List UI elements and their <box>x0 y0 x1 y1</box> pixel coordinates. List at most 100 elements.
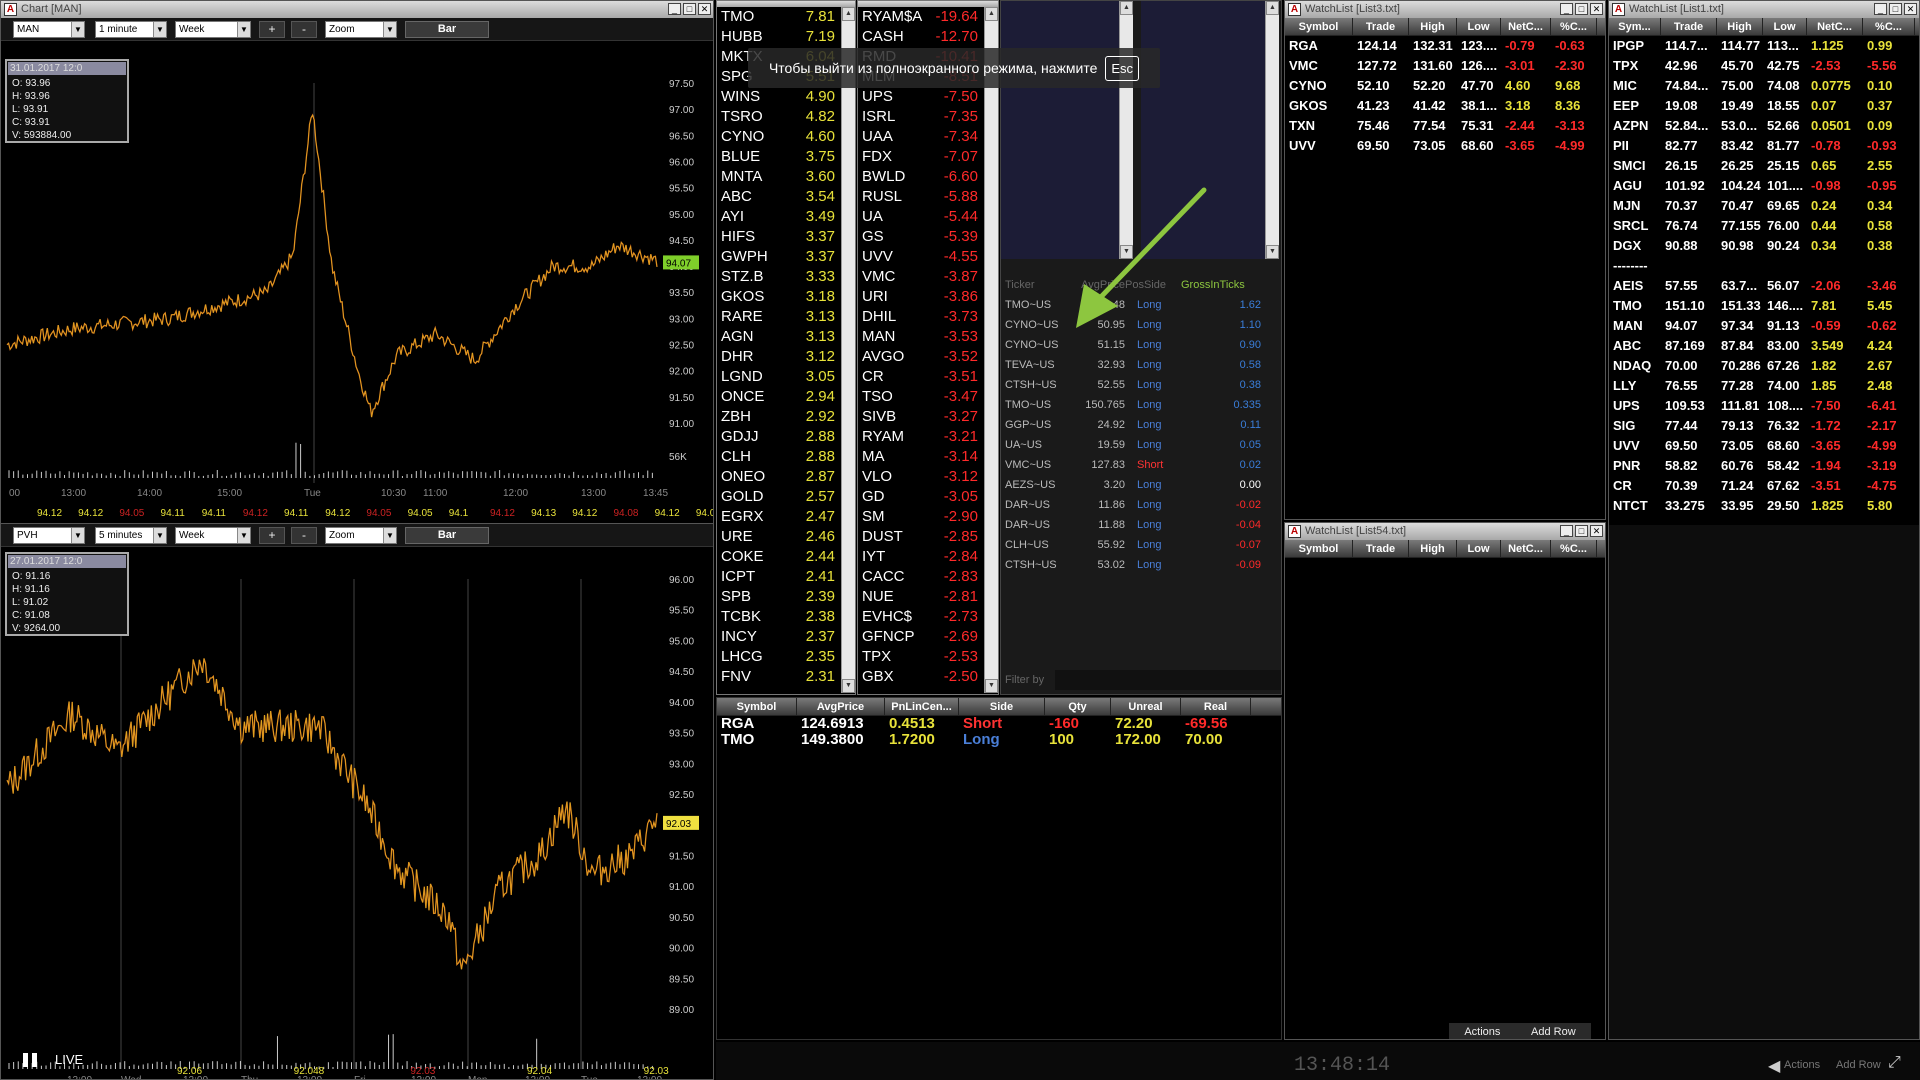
position-row[interactable]: UA~US 19.59 Long 0.05 <box>1005 435 1279 455</box>
mover-row[interactable]: EVHC$ -2.73 <box>858 607 982 627</box>
column-header[interactable]: NetC... <box>1501 18 1551 35</box>
column-header[interactable]: Low <box>1763 18 1807 35</box>
zoom-out-button[interactable]: - <box>291 21 317 38</box>
status-add-row[interactable]: Add Row <box>1836 1059 1881 1071</box>
column-header[interactable]: Trade <box>1353 540 1409 557</box>
order-row[interactable]: TMO 149.3800 1.7200 Long 100 172.00 70.00 <box>717 732 1281 748</box>
watchlist-row[interactable]: CYNO 52.10 52.20 47.70 4.60 9.68 <box>1285 76 1605 96</box>
zoom-select[interactable]: Zoom ▼ <box>325 21 397 38</box>
mover-row[interactable]: GFNCP -2.69 <box>858 627 982 647</box>
mover-row[interactable]: ISRL -7.35 <box>858 107 982 127</box>
column-header[interactable]: Low <box>1457 18 1501 35</box>
watchlist-row[interactable]: PNR 58.82 60.76 58.42 -1.94 -3.19 <box>1609 456 1919 476</box>
mover-row[interactable]: AVGO -3.52 <box>858 347 982 367</box>
minimize-icon[interactable]: _ <box>1560 3 1573 15</box>
column-header[interactable]: Symbol <box>1285 18 1353 35</box>
mover-row[interactable]: FDX -7.07 <box>858 147 982 167</box>
mover-row[interactable]: HUBB 7.19 <box>717 27 839 47</box>
scroll-down-icon[interactable]: ▼ <box>1266 245 1279 259</box>
mover-row[interactable]: RARE 3.13 <box>717 307 839 327</box>
losers-scrollbar[interactable]: ▲ ▼ <box>984 7 998 693</box>
mover-row[interactable]: RUSL -5.88 <box>858 187 982 207</box>
mover-row[interactable]: UVV -4.55 <box>858 247 982 267</box>
column-header[interactable]: Symbol <box>717 698 797 715</box>
mover-row[interactable]: AYI 3.49 <box>717 207 839 227</box>
watchlist-row[interactable]: CR 70.39 71.24 67.62 -3.51 -4.75 <box>1609 476 1919 496</box>
mover-row[interactable]: UAA -7.34 <box>858 127 982 147</box>
mover-row[interactable]: INCY 2.37 <box>717 627 839 647</box>
mover-row[interactable]: TSRO 4.82 <box>717 107 839 127</box>
mover-row[interactable]: ONCE 2.94 <box>717 387 839 407</box>
mover-row[interactable]: GBX -2.50 <box>858 667 982 687</box>
mover-row[interactable]: HIFS 3.37 <box>717 227 839 247</box>
maximize-icon[interactable]: □ <box>1889 3 1902 15</box>
mover-row[interactable]: BWLD -6.60 <box>858 167 982 187</box>
mover-row[interactable]: FNV 2.31 <box>717 667 839 687</box>
mover-row[interactable]: DUST -2.85 <box>858 527 982 547</box>
panel-scrollbar[interactable]: ▲ ▼ <box>1265 1 1279 259</box>
column-header[interactable]: Unreal <box>1111 698 1181 715</box>
mover-row[interactable]: COKE 2.44 <box>717 547 839 567</box>
mover-row[interactable]: GWPH 3.37 <box>717 247 839 267</box>
column-header[interactable]: High <box>1409 18 1457 35</box>
mover-row[interactable]: NUE -2.81 <box>858 587 982 607</box>
mover-row[interactable]: GD -3.05 <box>858 487 982 507</box>
mover-row[interactable]: RYAM$A -19.64 <box>858 7 982 27</box>
order-row[interactable]: RGA 124.6913 0.4513 Short -160 72.20 -69.56 <box>717 716 1281 732</box>
scroll-down-icon[interactable]: ▼ <box>842 679 855 693</box>
mover-row[interactable]: SIVB -3.27 <box>858 407 982 427</box>
mover-row[interactable]: STZ.B 3.33 <box>717 267 839 287</box>
position-row[interactable]: TMO~US 150.765 Long 0.335 <box>1005 395 1279 415</box>
close-icon[interactable]: ✕ <box>1590 525 1603 537</box>
mover-row[interactable]: WINS 4.90 <box>717 87 839 107</box>
position-row[interactable]: CTSH~US 52.55 Long 0.38 <box>1005 375 1279 395</box>
chart-title-bar[interactable]: A Chart [MAN] _ □ ✕ <box>1 1 713 18</box>
minimize-icon[interactable]: _ <box>1560 525 1573 537</box>
column-header[interactable]: NetC... <box>1807 18 1863 35</box>
watchlist-row[interactable]: MAN 94.07 97.34 91.13 -0.59 -0.62 <box>1609 316 1919 336</box>
scroll-up-icon[interactable]: ▲ <box>1266 1 1279 15</box>
watchlist-row[interactable]: SRCL 76.74 77.155 76.00 0.44 0.58 <box>1609 216 1919 236</box>
zoom-select[interactable]: Zoom ▼ <box>325 527 397 544</box>
column-header[interactable]: Qty <box>1045 698 1111 715</box>
mover-row[interactable]: GKOS 3.18 <box>717 287 839 307</box>
watchlist-row[interactable]: PII 82.77 83.42 81.77 -0.78 -0.93 <box>1609 136 1919 156</box>
scroll-up-icon[interactable]: ▲ <box>842 7 855 21</box>
add-row-button[interactable]: Add Row <box>1531 1026 1576 1038</box>
mover-row[interactable]: LHCG 2.35 <box>717 647 839 667</box>
mover-row[interactable]: SPB 2.39 <box>717 587 839 607</box>
column-header[interactable]: %C... <box>1551 18 1597 35</box>
mover-row[interactable]: GS -5.39 <box>858 227 982 247</box>
position-row[interactable]: GGP~US 24.92 Long 0.11 <box>1005 415 1279 435</box>
mover-row[interactable]: CASH -12.70 <box>858 27 982 47</box>
column-header[interactable]: Real <box>1181 698 1251 715</box>
status-actions[interactable]: Actions <box>1784 1059 1820 1071</box>
mover-row[interactable]: GDJJ 2.88 <box>717 427 839 447</box>
minimize-icon[interactable]: _ <box>668 3 681 15</box>
range-select[interactable]: Week ▼ <box>175 527 251 544</box>
mover-row[interactable]: UA -5.44 <box>858 207 982 227</box>
esc-key[interactable]: Esc <box>1105 55 1140 81</box>
watchlist-row[interactable]: EEP 19.08 19.49 18.55 0.07 0.37 <box>1609 96 1919 116</box>
watchlist-title-bar[interactable]: A WatchList [List54.txt] _ □ ✕ <box>1285 523 1605 540</box>
speaker-icon[interactable]: ◀ <box>1768 1056 1780 1076</box>
watchlist-row[interactable]: NTCT 33.275 33.95 29.50 1.825 5.80 <box>1609 496 1919 516</box>
watchlist-row[interactable]: DGX 90.88 90.98 90.24 0.34 0.38 <box>1609 236 1919 256</box>
mover-row[interactable]: DHIL -3.73 <box>858 307 982 327</box>
maximize-icon[interactable]: □ <box>683 3 696 15</box>
scroll-up-icon[interactable]: ▲ <box>985 7 998 21</box>
close-icon[interactable]: ✕ <box>1590 3 1603 15</box>
mover-row[interactable]: URI -3.86 <box>858 287 982 307</box>
column-header[interactable]: High <box>1409 540 1457 557</box>
zoom-out-button[interactable]: - <box>291 527 317 544</box>
watchlist-row[interactable]: IPGP 114.7... 114.77 113... 1.125 0.99 <box>1609 36 1919 56</box>
scroll-up-icon[interactable]: ▲ <box>1120 1 1133 15</box>
mover-row[interactable]: URE 2.46 <box>717 527 839 547</box>
symbol-select[interactable]: MAN ▼ <box>13 21 85 38</box>
column-header[interactable]: Side <box>959 698 1045 715</box>
scroll-down-icon[interactable]: ▼ <box>985 679 998 693</box>
watchlist-row[interactable]: UPS 109.53 111.81 108.... -7.50 -6.41 <box>1609 396 1919 416</box>
mover-row[interactable]: MNTA 3.60 <box>717 167 839 187</box>
mover-row[interactable]: VLO -3.12 <box>858 467 982 487</box>
gainers-scrollbar[interactable]: ▲ ▼ <box>841 7 855 693</box>
